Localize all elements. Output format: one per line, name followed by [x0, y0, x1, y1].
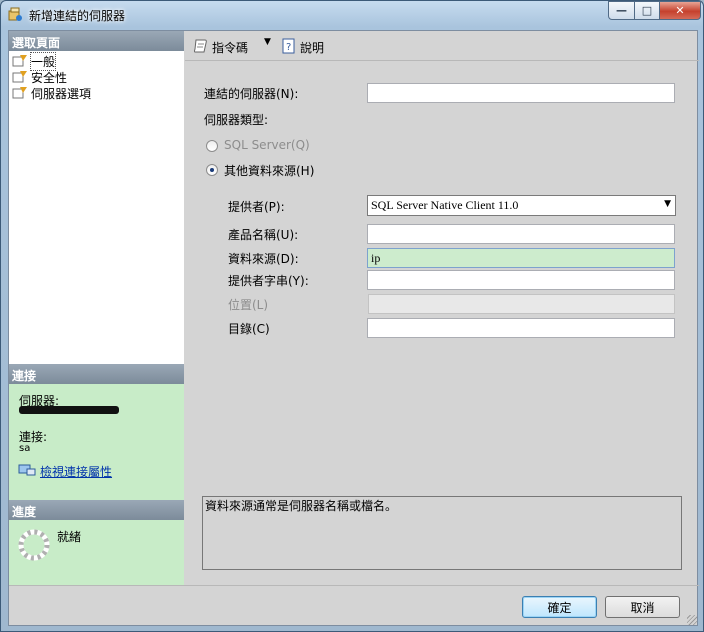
- product-name-label: 產品名稱(U):: [228, 228, 299, 242]
- provider-string-input[interactable]: [367, 270, 675, 290]
- minimize-button[interactable]: —: [608, 1, 635, 20]
- catalog-label: 目錄(C): [228, 322, 270, 336]
- progress-header: 進度: [9, 500, 184, 520]
- maximize-button[interactable]: □: [634, 1, 660, 20]
- connection-properties-icon: [18, 463, 36, 480]
- dialog-footer: 確定 取消: [9, 585, 699, 627]
- page-item-label: 安全性: [31, 70, 68, 85]
- connection-panel: 伺服器: 連接: sa 檢視連接屬性: [9, 384, 184, 500]
- dialog-client-area: 選取頁面 一般 安全性 伺服器選項 連接 伺服器: 連接: sa 檢視連接屬性 …: [8, 30, 699, 627]
- progress-status: 就緒: [57, 530, 82, 544]
- product-name-input[interactable]: [367, 224, 675, 244]
- linked-server-input[interactable]: [367, 83, 675, 103]
- select-page-header: 選取頁面: [9, 31, 184, 51]
- page-icon: [12, 70, 28, 84]
- progress-spinner-icon: [18, 529, 50, 564]
- help-button[interactable]: ? 說明: [281, 38, 324, 57]
- page-list: 一般 安全性 伺服器選項: [9, 51, 184, 364]
- other-source-radio[interactable]: [206, 164, 218, 176]
- server-type-label: 伺服器類型:: [204, 113, 269, 127]
- script-icon: [193, 38, 209, 57]
- script-button[interactable]: 指令碼: [193, 38, 248, 57]
- other-source-radio-label: 其他資料來源(H): [224, 164, 315, 178]
- description-text: 資料來源通常是伺服器名稱或檔名。: [205, 499, 398, 513]
- data-source-input[interactable]: ip: [367, 248, 675, 268]
- page-icon: [12, 54, 28, 68]
- connection-value: sa: [19, 443, 31, 454]
- cancel-button[interactable]: 取消: [605, 596, 680, 618]
- view-connection-properties-link[interactable]: 檢視連接屬性: [40, 463, 112, 480]
- help-icon: ?: [281, 38, 297, 57]
- provider-select-value: SQL Server Native Client 11.0: [371, 198, 519, 212]
- page-item-label: 伺服器選項: [31, 86, 92, 101]
- dialog-window: 新增連結的伺服器 — □ ✕ 選取頁面 一般 安全性 伺服器選項 連接 伺服器:…: [0, 0, 704, 632]
- close-button[interactable]: ✕: [659, 1, 701, 20]
- server-app-icon: [7, 6, 23, 22]
- script-label: 指令碼: [212, 41, 249, 55]
- sql-server-radio-label: SQL Server(Q): [224, 138, 310, 152]
- ok-button[interactable]: 確定: [522, 596, 597, 618]
- general-page-content: 連結的伺服器(N): 伺服器類型: SQL Server(Q) 其他資料來源(H…: [185, 62, 699, 585]
- server-value-redacted: [19, 406, 119, 414]
- provider-select[interactable]: SQL Server Native Client 11.0 ▼: [367, 195, 676, 216]
- svg-text:?: ?: [286, 42, 291, 53]
- connection-header: 連接: [9, 364, 184, 384]
- page-item-label: 一般: [29, 51, 57, 71]
- provider-string-label: 提供者字串(Y):: [228, 274, 309, 288]
- catalog-input[interactable]: [367, 318, 675, 338]
- toolbar: 指令碼 ▼ ? 說明: [185, 31, 699, 61]
- description-box: 資料來源通常是伺服器名稱或檔名。: [202, 496, 682, 570]
- page-item-security[interactable]: 安全性: [12, 69, 69, 85]
- provider-label: 提供者(P):: [228, 200, 285, 214]
- script-dropdown-arrow[interactable]: ▼: [264, 37, 271, 47]
- page-icon: [12, 86, 28, 100]
- chevron-down-icon: ▼: [664, 199, 671, 209]
- title-bar[interactable]: 新增連結的伺服器 — □ ✕: [1, 1, 703, 28]
- progress-panel: 就緒: [9, 520, 184, 585]
- location-label: 位置(L): [228, 298, 269, 312]
- location-input: [368, 294, 675, 314]
- page-item-general[interactable]: 一般: [12, 51, 57, 71]
- page-item-server-options[interactable]: 伺服器選項: [12, 85, 93, 101]
- help-label: 說明: [300, 41, 325, 55]
- left-pane: 選取頁面 一般 安全性 伺服器選項 連接 伺服器: 連接: sa 檢視連接屬性 …: [9, 31, 184, 585]
- sql-server-radio[interactable]: [206, 140, 218, 152]
- resize-grip[interactable]: [687, 615, 697, 625]
- data-source-label: 資料來源(D):: [228, 252, 299, 266]
- window-title: 新增連結的伺服器: [29, 9, 126, 23]
- linked-server-label: 連結的伺服器(N):: [204, 87, 299, 101]
